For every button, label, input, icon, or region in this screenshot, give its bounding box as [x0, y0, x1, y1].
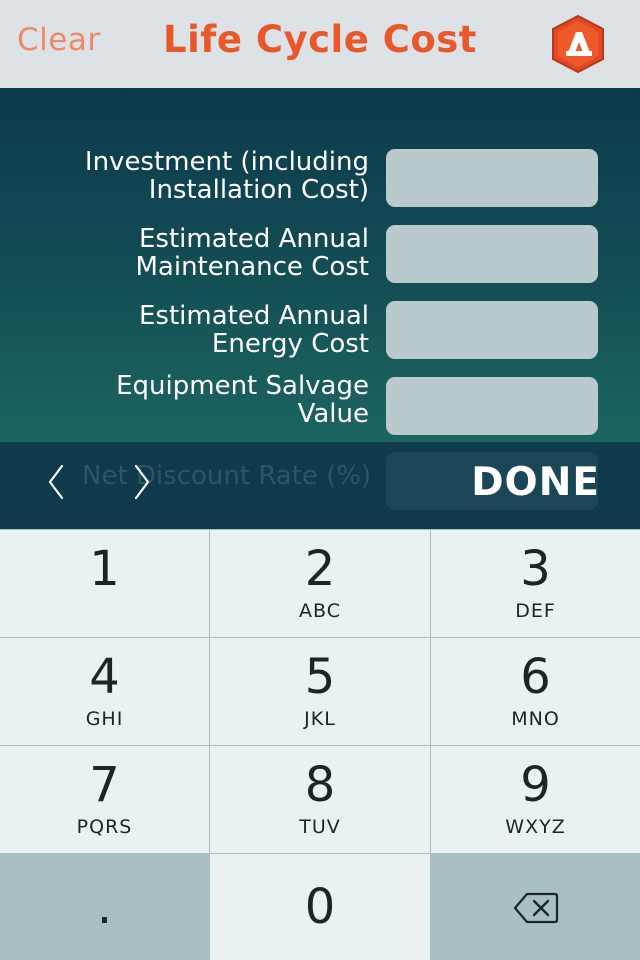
page-title: Life Cycle Cost [163, 18, 477, 61]
key-2[interactable]: 2 ABC [210, 530, 430, 637]
navigation-bar: Clear Life Cycle Cost [0, 0, 640, 88]
numeric-keypad: 1 2 ABC 3 DEF 4 GHI 5 JKL 6 MNO 7 PQRS 8… [0, 529, 640, 960]
key-5[interactable]: 5 JKL [210, 638, 430, 745]
key-decimal[interactable]: . [0, 854, 209, 960]
cost-form: Investment (including Installation Cost)… [0, 88, 640, 442]
key-7[interactable]: 7 PQRS [0, 746, 209, 853]
salvage-input[interactable] [386, 377, 598, 435]
energy-row: Estimated Annual Energy Cost [0, 301, 640, 364]
maintenance-label: Estimated Annual Maintenance Cost [135, 224, 369, 282]
backspace-icon [513, 892, 559, 924]
chevron-left-icon[interactable] [44, 462, 68, 502]
salvage-label: Equipment Salvage Value [116, 371, 369, 429]
maintenance-row: Estimated Annual Maintenance Cost [0, 225, 640, 287]
salvage-row: Equipment Salvage Value [0, 371, 640, 435]
investment-input[interactable] [386, 149, 598, 207]
key-8[interactable]: 8 TUV [210, 746, 430, 853]
energy-label: Estimated Annual Energy Cost [139, 301, 369, 359]
investment-label: Investment (including Installation Cost) [84, 147, 369, 205]
app-logo-icon[interactable] [551, 15, 605, 73]
key-0[interactable]: 0 [210, 854, 430, 960]
investment-row: Investment (including Installation Cost) [0, 148, 640, 210]
key-9[interactable]: 9 WXYZ [431, 746, 640, 853]
keyboard-toolbar: Net Discount Rate (%) DONE [0, 442, 640, 529]
key-3[interactable]: 3 DEF [431, 530, 640, 637]
key-backspace[interactable] [431, 854, 640, 960]
key-4[interactable]: 4 GHI [0, 638, 209, 745]
key-6[interactable]: 6 MNO [431, 638, 640, 745]
energy-input[interactable] [386, 301, 598, 359]
discount-rate-label: Net Discount Rate (%) [82, 461, 372, 491]
chevron-right-icon[interactable] [130, 462, 154, 502]
key-1[interactable]: 1 [0, 530, 209, 637]
done-button[interactable]: DONE [471, 460, 600, 505]
maintenance-input[interactable] [386, 225, 598, 283]
